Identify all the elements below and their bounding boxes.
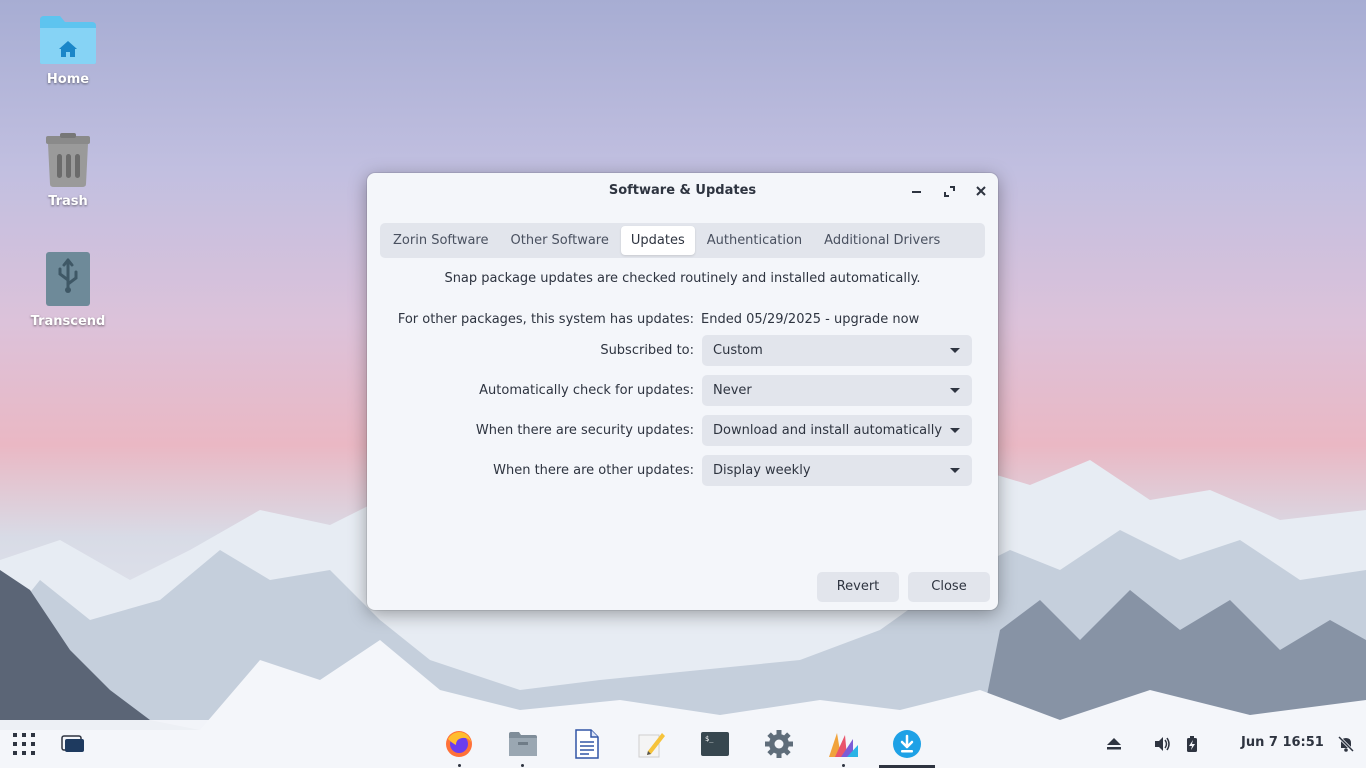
other-packages-label: For other packages, this system has upda… <box>397 312 694 327</box>
other-updates-dropdown[interactable]: Display weekly <box>702 455 972 486</box>
files-launcher[interactable] <box>507 728 539 760</box>
subscribed-value: Custom <box>713 343 763 358</box>
desktop-icon-home[interactable]: Home <box>18 14 118 87</box>
appearance-icon <box>829 733 858 757</box>
security-updates-label: When there are security updates: <box>475 423 694 438</box>
desktop-icon-transcend[interactable]: Transcend <box>18 250 118 329</box>
home-folder-icon <box>40 16 96 64</box>
download-icon <box>893 730 921 758</box>
chevron-down-icon <box>950 388 960 393</box>
terminal-icon: $_ <box>701 732 729 756</box>
subscribed-label: Subscribed to: <box>600 343 694 358</box>
usb-drive-icon <box>46 252 90 306</box>
gear-icon <box>765 730 793 758</box>
tab-zorin-software[interactable]: Zorin Software <box>383 226 499 255</box>
subscribed-dropdown[interactable]: Custom <box>702 335 972 366</box>
trash-icon <box>46 133 90 187</box>
files-icon <box>509 732 537 756</box>
tab-additional-drivers[interactable]: Additional Drivers <box>814 226 950 255</box>
chevron-down-icon <box>950 348 960 353</box>
volume-icon <box>1155 737 1170 751</box>
other-packages-status: Ended 05/29/2025 - upgrade now <box>701 312 920 327</box>
software-updates-window: Software & Updates Zorin Software Other … <box>367 173 998 610</box>
maximize-button[interactable] <box>940 182 958 200</box>
running-indicator <box>458 764 461 767</box>
close-window-button[interactable] <box>972 182 990 200</box>
revert-button[interactable]: Revert <box>817 572 899 602</box>
terminal-launcher[interactable]: $_ <box>699 728 731 760</box>
snap-note: Snap package updates are checked routine… <box>444 271 921 286</box>
tab-bar: Zorin Software Other Software Updates Au… <box>380 223 985 258</box>
desktop-icon-trash[interactable]: Trash <box>18 132 118 209</box>
tab-other-software[interactable]: Other Software <box>501 226 619 255</box>
zorin-menu-button[interactable] <box>8 728 40 760</box>
notifications-off-icon <box>1338 736 1354 752</box>
maximize-icon <box>943 185 955 197</box>
security-updates-dropdown[interactable]: Download and install automatically <box>702 415 972 446</box>
writer-icon <box>575 729 599 759</box>
settings-launcher[interactable] <box>763 728 795 760</box>
software-updater-launcher[interactable] <box>891 728 923 760</box>
tab-updates[interactable]: Updates <box>620 226 695 255</box>
svg-text:$_: $_ <box>705 735 714 743</box>
window-titlebar[interactable]: Software & Updates <box>367 173 998 209</box>
eject-icon <box>1107 738 1121 750</box>
security-updates-value: Download and install automatically <box>713 423 943 438</box>
tab-authentication[interactable]: Authentication <box>697 226 812 255</box>
writer-launcher[interactable] <box>571 728 603 760</box>
close-button[interactable]: Close <box>908 572 990 602</box>
minimize-button[interactable] <box>908 182 926 200</box>
other-updates-value: Display weekly <box>713 463 811 478</box>
eject-button[interactable] <box>1098 728 1130 760</box>
app-grid-icon <box>13 733 35 755</box>
close-icon <box>976 186 986 196</box>
workspaces-button[interactable] <box>57 728 89 760</box>
firefox-launcher[interactable] <box>443 728 475 760</box>
taskbar-clock[interactable]: Jun 7 16:51 <box>1241 735 1324 750</box>
running-indicator <box>842 764 845 767</box>
battery-charging-icon <box>1187 736 1197 752</box>
desktop-icon-label: Transcend <box>30 314 106 329</box>
notifications-button[interactable] <box>1330 728 1362 760</box>
desktop-icon-label: Home <box>46 72 90 87</box>
auto-check-label: Automatically check for updates: <box>479 383 694 398</box>
running-indicator <box>521 764 524 767</box>
firefox-icon <box>446 731 472 757</box>
chevron-down-icon <box>950 428 960 433</box>
appearance-launcher[interactable] <box>827 728 859 760</box>
minimize-icon <box>912 191 921 193</box>
desktop-icon-label: Trash <box>48 194 88 209</box>
window-title: Software & Updates <box>608 183 757 198</box>
text-editor-icon <box>638 733 665 758</box>
volume-button[interactable] <box>1147 728 1179 760</box>
auto-check-value: Never <box>713 383 752 398</box>
text-editor-launcher[interactable] <box>635 728 667 760</box>
taskbar: $_ Jun 7 16:51 <box>0 720 1366 768</box>
chevron-down-icon <box>950 468 960 473</box>
battery-button[interactable] <box>1176 728 1208 760</box>
other-updates-label: When there are other updates: <box>493 463 694 478</box>
workspaces-icon <box>61 735 84 752</box>
auto-check-dropdown[interactable]: Never <box>702 375 972 406</box>
